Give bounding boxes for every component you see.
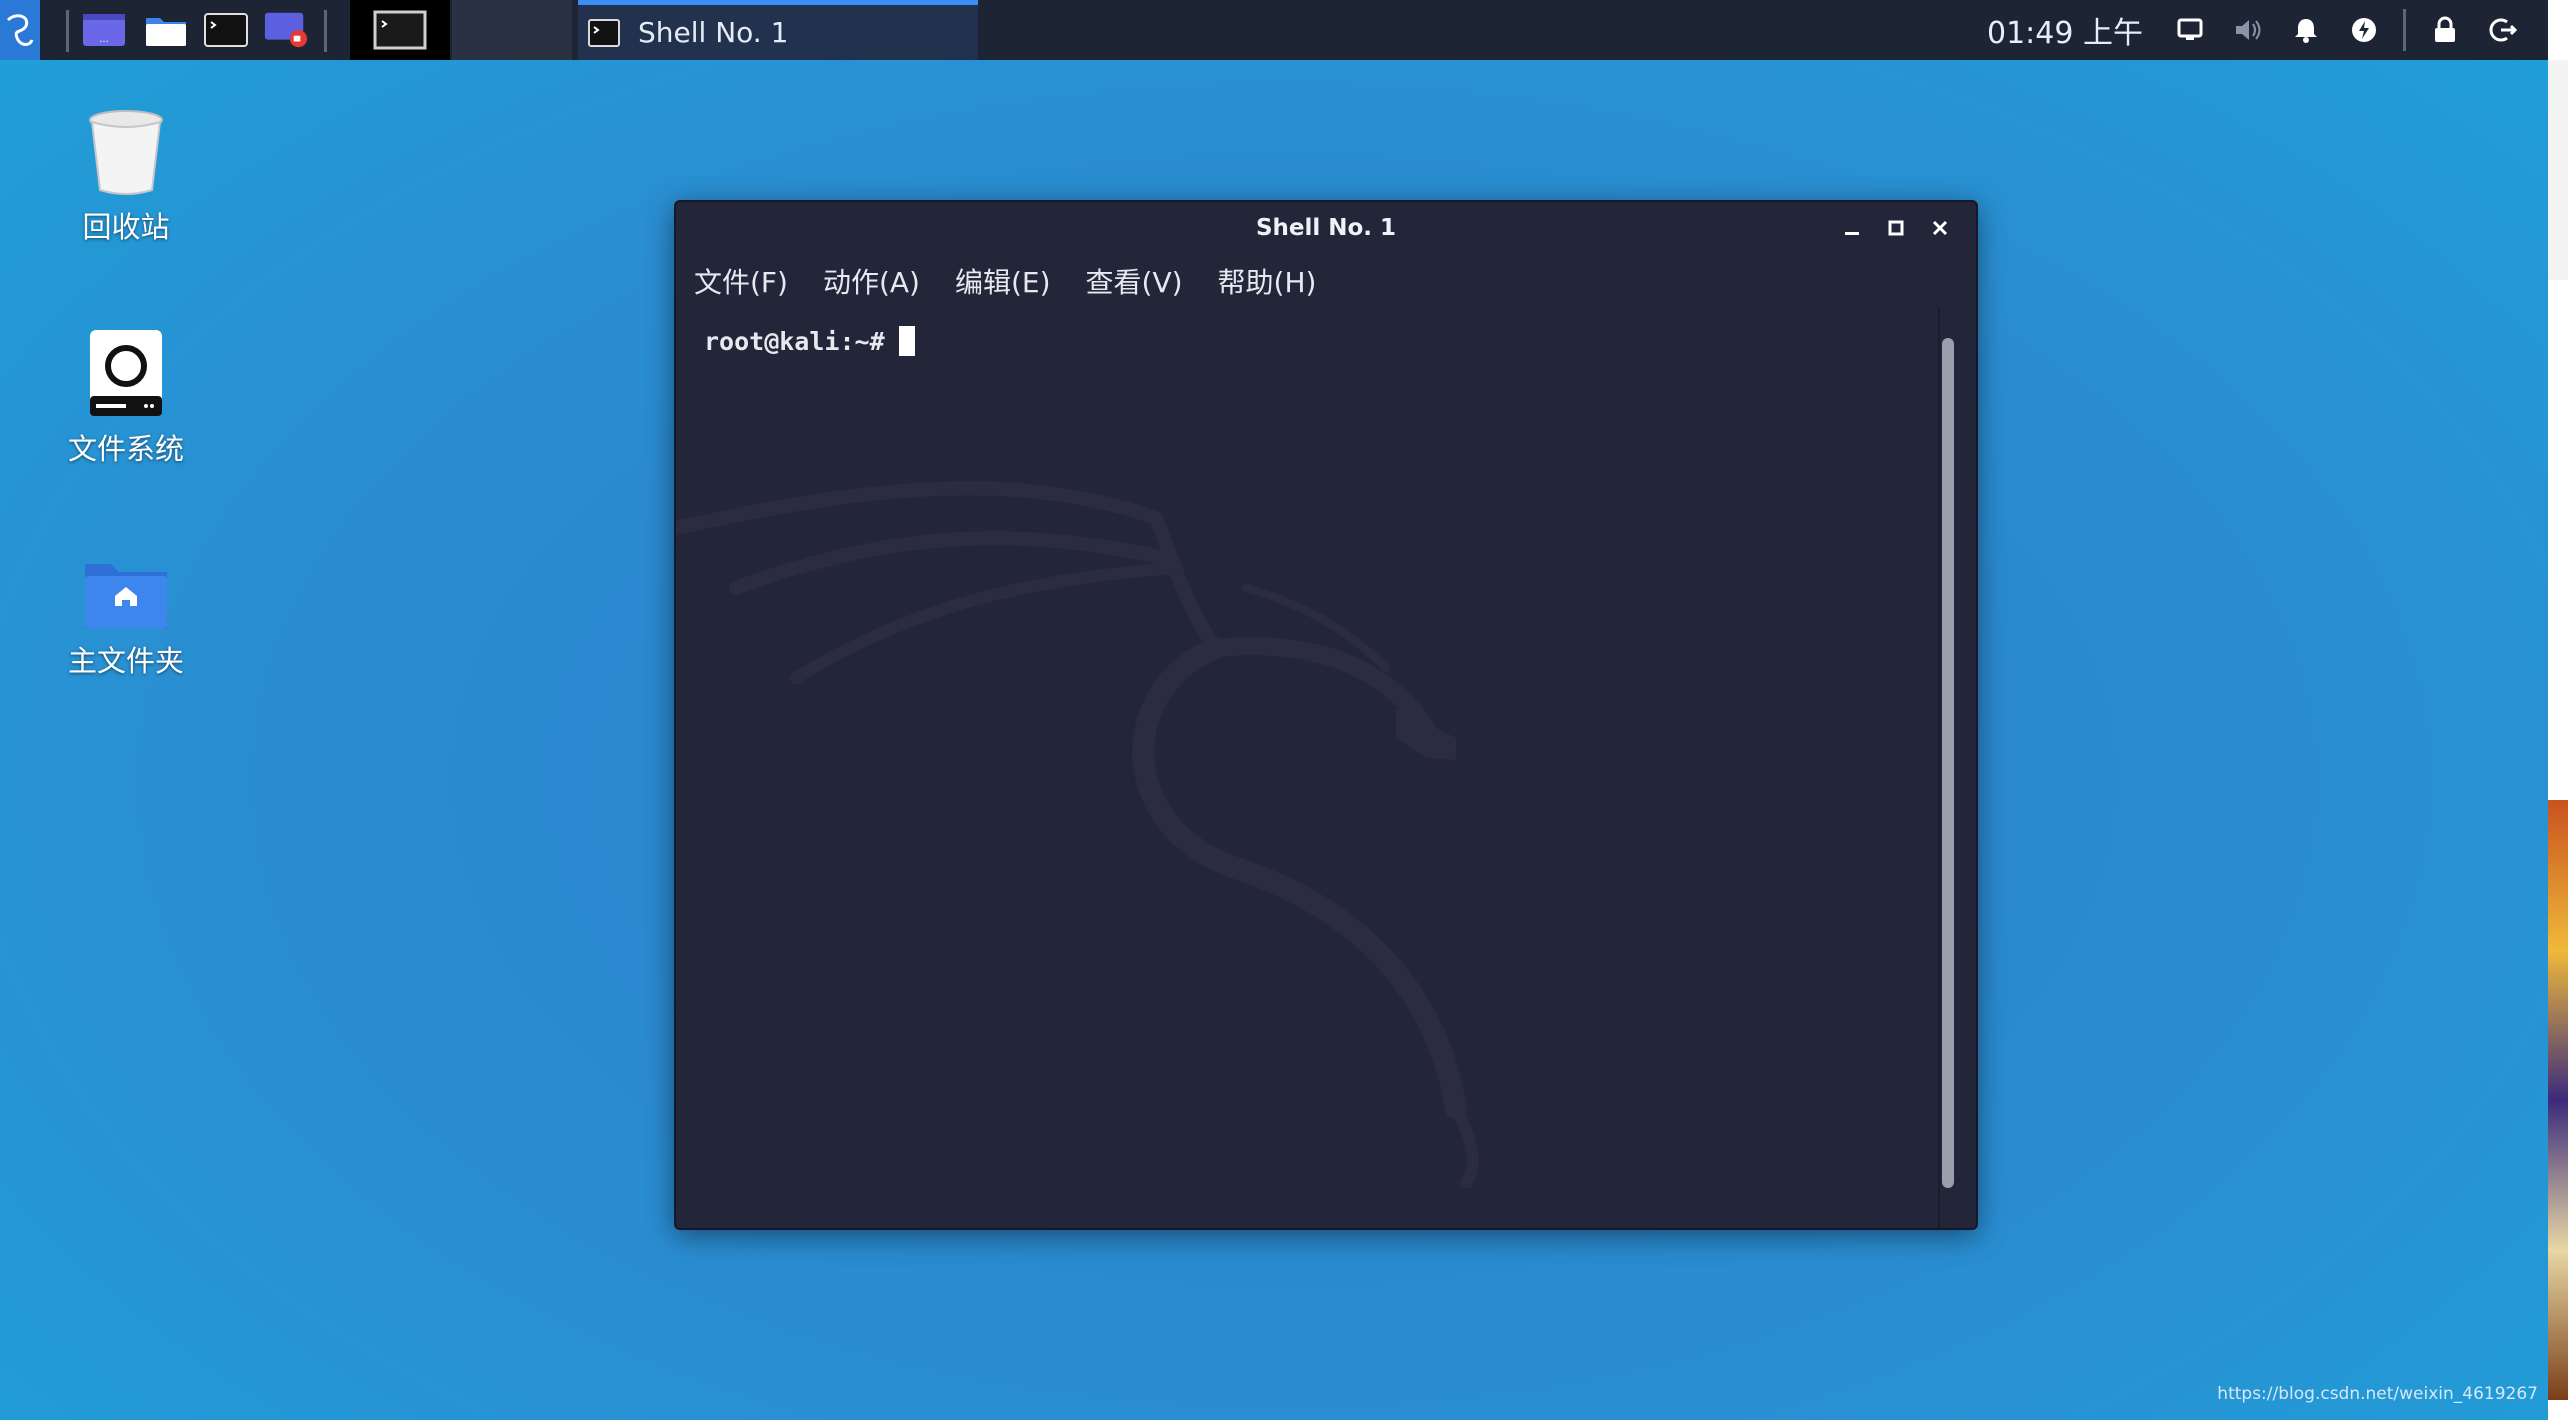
terminal-launcher[interactable] [204,12,248,48]
maximize-button[interactable] [1874,210,1918,246]
menu-edit[interactable]: 编辑(E) [955,261,1051,301]
screen-recorder-launcher[interactable] [264,12,308,48]
csdn-watermark: https://blog.csdn.net/weixin_4619267 [2217,1384,2538,1404]
shell-prompt: root@kali:~# [704,326,885,356]
terminal-icon [204,13,248,47]
desktop-icon-label: 回收站 [82,210,170,244]
logout-button[interactable] [2474,0,2532,60]
lock-icon [2435,16,2455,42]
terminal-output-area[interactable]: root@kali:~# [676,308,1942,1228]
text-cursor [898,326,915,356]
maximize-icon [1888,220,1904,236]
desktop-icon-home[interactable]: 主文件夹 [36,558,216,680]
desktop-icon-label: 主文件夹 [67,644,184,678]
top-panel: ... Shell No. 1 01:49 上午 [0,0,2548,60]
terminal-icon [373,10,427,50]
kali-dragon-watermark [676,481,1479,1188]
menu-file[interactable]: 文件(F) [694,261,788,301]
desktop-icon-filesystem[interactable]: 文件系统 [36,328,216,468]
workspace-icon: ... [83,14,125,46]
file-manager-launcher[interactable] [144,12,188,48]
terminal-menubar: 文件(F) 动作(A) 编辑(E) 查看(V) 帮助(H) [676,254,1976,308]
menu-help[interactable]: 帮助(H) [1218,261,1317,301]
bell-icon [2295,19,2317,43]
terminal-icon [588,18,620,47]
drive-icon [90,330,162,416]
scrollbar-thumb[interactable] [1942,338,1954,1188]
minimize-icon [1845,232,1859,235]
volume-button[interactable] [2219,0,2277,60]
panel-separator [324,10,327,52]
home-folder-icon [85,564,167,628]
display-button[interactable] [2161,0,2219,60]
workspace-launcher[interactable]: ... [82,12,126,48]
system-tray: 01:49 上午 [1987,0,2548,60]
kali-menu-button[interactable] [0,0,40,60]
workspace-2-button[interactable] [452,0,572,60]
panel-separator [66,10,69,52]
menu-actions[interactable]: 动作(A) [823,261,920,301]
scrollbar-rail [1938,308,1940,1228]
window-titlebar[interactable]: Shell No. 1 [676,202,1976,254]
power-manager-button[interactable] [2335,0,2393,60]
display-icon [2177,18,2203,40]
svg-text:...: ... [99,34,109,45]
window-title: Shell No. 1 [1255,215,1397,241]
volume-icon [2236,20,2261,40]
logout-icon [2489,18,2517,42]
taskbar-window-title: Shell No. 1 [638,16,789,49]
scrollbar[interactable] [1942,332,1956,1188]
kali-logo-icon [6,14,34,46]
file-manager-icon [146,18,186,46]
minimize-button[interactable] [1830,210,1874,246]
close-icon [1932,220,1948,236]
shell-prompt-line: root@kali:~# [704,326,915,356]
desktop-icon-trash[interactable]: 回收站 [36,106,216,246]
taskbar-window-shell[interactable]: Shell No. 1 [578,0,978,60]
adjacent-window-image [2548,800,2568,1400]
panel-separator [2403,9,2406,51]
notifications-button[interactable] [2277,0,2335,60]
trash-icon [89,110,163,195]
adjacent-window-block [2548,60,2568,280]
adjacent-window-edge [2548,0,2568,1420]
menu-view[interactable]: 查看(V) [1086,261,1183,301]
terminal-window: Shell No. 1 文件(F) 动作(A) 编辑(E) 查看(V) 帮助(H… [674,200,1978,1230]
workspace-1-button[interactable] [350,0,450,60]
power-icon [2352,18,2376,42]
clock[interactable]: 01:49 上午 [1987,8,2143,52]
window-controls [1830,210,1962,246]
screen-recorder-icon [264,12,308,48]
desktop-icon-label: 文件系统 [67,432,184,466]
lock-screen-button[interactable] [2416,0,2474,60]
close-button[interactable] [1918,210,1962,246]
